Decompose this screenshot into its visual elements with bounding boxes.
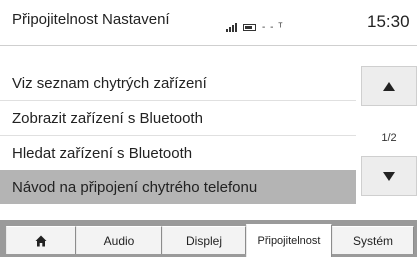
- tab-system[interactable]: Systém: [332, 226, 414, 254]
- header-bar: Připojitelnost Nastavení - - ᵀ 15:30: [0, 0, 417, 46]
- tab-connectivity[interactable]: Připojitelnost: [246, 224, 332, 257]
- home-icon: [35, 235, 47, 246]
- triangle-down-icon: [383, 171, 395, 181]
- header-divider: [0, 45, 417, 46]
- clock: 15:30: [367, 12, 410, 31]
- list-scroller: 1/2: [361, 66, 417, 208]
- list-item-smart-devices[interactable]: Viz seznam chytrých zařízení: [0, 66, 356, 100]
- page-title: Připojitelnost Nastavení: [12, 11, 170, 28]
- tab-display[interactable]: Displej: [162, 226, 246, 254]
- battery-icon: [243, 24, 256, 31]
- tab-bar: Audio Displej Připojitelnost Systém: [0, 220, 417, 257]
- status-indicators: - - ᵀ: [226, 22, 284, 33]
- triangle-up-icon: [383, 81, 395, 91]
- tab-audio[interactable]: Audio: [76, 226, 162, 254]
- list-item-smartphone-connection-guide[interactable]: Návod na připojení chytrého telefonu: [0, 170, 356, 204]
- list-item-search-bluetooth-devices[interactable]: Hledat zařízení s Bluetooth: [0, 136, 356, 170]
- network-status: - - ᵀ: [262, 22, 284, 33]
- scroll-down-button[interactable]: [361, 156, 417, 196]
- tab-home[interactable]: [6, 226, 76, 254]
- page-indicator: 1/2: [381, 132, 397, 144]
- list-item-show-bluetooth-devices[interactable]: Zobrazit zařízení s Bluetooth: [0, 101, 356, 135]
- signal-strength-icon: [226, 23, 237, 32]
- scroll-up-button[interactable]: [361, 66, 417, 106]
